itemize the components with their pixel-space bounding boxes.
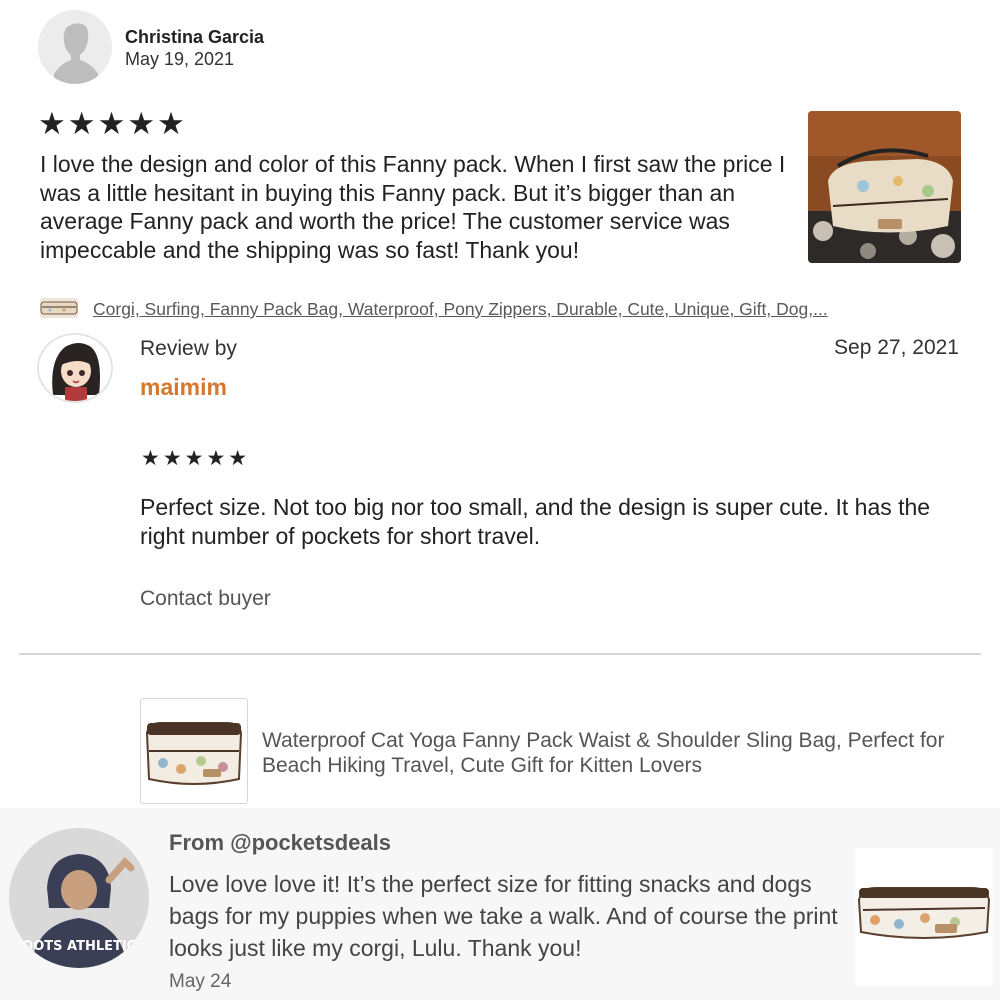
product-thumbnail[interactable] [140, 698, 248, 804]
review-date: Sep 27, 2021 [834, 336, 959, 359]
section-divider [19, 653, 981, 655]
anime-girl-avatar-image [39, 335, 111, 401]
star-rating: ★★★★★ [141, 447, 251, 470]
fanny-pack-photo-image [808, 111, 961, 263]
item-link[interactable]: Corgi, Surfing, Fanny Pack Bag, Waterpro… [93, 299, 953, 320]
review-text: Perfect size. Not too big nor too small,… [140, 494, 931, 549]
reviewer-username[interactable]: maimim [140, 374, 227, 401]
review-photo[interactable] [808, 111, 961, 263]
social-user-avatar[interactable]: ROOTS ATHLETICS [9, 828, 149, 968]
review-date: May 19, 2021 [125, 49, 235, 69]
corgi-fanny-pack-image [855, 848, 993, 986]
product-title-link[interactable]: Waterproof Cat Yoga Fanny Pack Waist & S… [262, 728, 962, 778]
contact-buyer-link[interactable]: Contact buyer [140, 587, 271, 611]
reviewer-name[interactable]: Christina Garcia [125, 27, 264, 48]
cat-yoga-fanny-pack-image [141, 699, 247, 803]
user-silhouette-icon [38, 10, 112, 84]
star-rating: ★★★★★ [38, 106, 187, 141]
fanny-pack-thumbnail-image [40, 298, 78, 318]
reviewer-avatar[interactable] [37, 333, 113, 403]
review-by-label: Review by [140, 337, 237, 360]
item-thumbnail[interactable] [40, 298, 78, 318]
social-review-date: May 24 [169, 971, 232, 992]
review-text: I love the design and color of this Fann… [40, 151, 786, 264]
social-source-label[interactable]: From @pocketsdeals [169, 830, 391, 856]
social-review-text: Love love love it! It’s the perfect size… [169, 871, 838, 961]
hooded-person-avatar-image: ROOTS ATHLETICS [9, 828, 149, 968]
social-review-photo[interactable] [855, 848, 993, 986]
reviewer-avatar-placeholder[interactable] [38, 10, 112, 84]
